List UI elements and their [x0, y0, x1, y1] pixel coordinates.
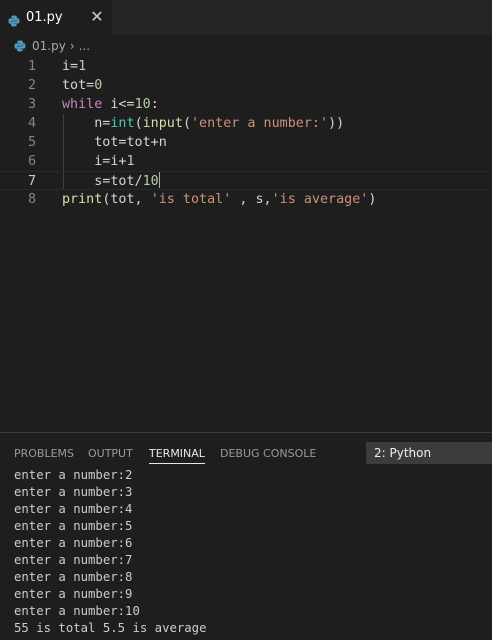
code-token: tot=tot+n: [62, 135, 167, 150]
tab-output[interactable]: OUTPUT: [88, 445, 133, 463]
text-cursor: [158, 172, 160, 188]
code-token: (: [182, 116, 191, 131]
terminal-select[interactable]: 2: Python: [366, 442, 492, 464]
code-token: ): [368, 192, 377, 207]
line-number: 2: [27, 78, 36, 93]
code-token: 10: [142, 174, 159, 189]
vscode-window: 01.py ✕ 01.py › ... 1 i=1 2 tot=0 3 while i<=…: [0, 0, 492, 640]
line-number: 1: [27, 59, 36, 74]
tab-problems[interactable]: PROBLEMS: [14, 445, 74, 463]
tab-terminal[interactable]: TERMINAL: [149, 445, 205, 464]
code-line[interactable]: 3 while i<=10:: [0, 95, 492, 114]
code-text: tot=tot+n: [62, 133, 167, 152]
code-text: i=i+1: [62, 152, 135, 171]
terminal-line: enter a number:3: [14, 485, 133, 499]
terminal-line: enter a number:6: [14, 536, 133, 550]
code-line[interactable]: 4 n=int(input('enter a number:')): [0, 114, 492, 133]
python-file-icon: [8, 12, 20, 26]
code-token: (tot,: [102, 192, 151, 207]
terminal-line: enter a number:5: [14, 519, 133, 533]
code-line[interactable]: 8 print(tot, 'is total' , s,'is average'): [0, 190, 492, 209]
terminal-line: enter a number:9: [14, 587, 133, 601]
code-text: i=1: [62, 57, 86, 76]
code-token: int: [110, 116, 135, 131]
code-token: 1: [126, 154, 135, 169]
tab-01-py[interactable]: 01.py ✕: [0, 0, 112, 35]
code-text: tot=0: [62, 76, 102, 95]
code-token: i=: [62, 59, 79, 74]
code-text: while i<=10:: [62, 95, 159, 114]
code-token: 10: [134, 97, 151, 112]
code-token: tot=: [62, 78, 95, 93]
code-token: (: [134, 116, 143, 131]
terminal-line: enter a number:4: [14, 502, 133, 516]
code-token: i<=: [102, 97, 135, 112]
code-line[interactable]: 7 s=tot/10: [0, 171, 492, 190]
code-token: i=i+: [62, 154, 127, 169]
code-token: n=: [62, 116, 111, 131]
code-line[interactable]: 2 tot=0: [0, 76, 492, 95]
breadcrumb-file[interactable]: 01.py: [32, 39, 66, 53]
python-file-icon: [14, 40, 26, 52]
line-number: 3: [27, 97, 36, 112]
breadcrumb: 01.py › ...: [0, 35, 492, 57]
terminal-output[interactable]: enter a number:2 enter a number:3 enter a …: [14, 467, 484, 637]
bottom-panel: PROBLEMS OUTPUT TERMINAL DEBUG CONSOLE 2…: [0, 432, 492, 640]
terminal-line: 55 is total 5.5 is average: [14, 621, 207, 635]
line-number: 6: [27, 154, 36, 169]
code-token: 'enter a number:': [191, 116, 329, 131]
line-number: 7: [27, 174, 36, 189]
code-token: , s,: [231, 192, 272, 207]
code-token: 0: [94, 78, 103, 93]
line-number: 8: [27, 192, 36, 207]
editor-tab-bar: 01.py ✕: [0, 0, 492, 35]
code-line[interactable]: 5 tot=tot+n: [0, 133, 492, 152]
code-token: print: [62, 192, 103, 207]
code-token: s=tot/: [62, 174, 143, 189]
code-token: 1: [78, 59, 87, 74]
code-token: input: [142, 116, 183, 131]
line-number: 4: [27, 116, 36, 131]
code-token: 'is average': [271, 192, 369, 207]
tab-debug-console[interactable]: DEBUG CONSOLE: [220, 445, 316, 463]
breadcrumb-symbols[interactable]: ...: [79, 39, 90, 53]
code-line[interactable]: 6 i=i+1: [0, 152, 492, 171]
code-text: n=int(input('enter a number:')): [62, 114, 344, 133]
tab-title: 01.py: [26, 10, 63, 25]
code-text: s=tot/10: [62, 172, 160, 191]
code-token: 'is total': [150, 192, 232, 207]
code-line[interactable]: 1 i=1: [0, 57, 492, 76]
code-token: while: [62, 97, 103, 112]
terminal-line: enter a number:7: [14, 553, 133, 567]
code-token: )): [328, 116, 345, 131]
close-tab-icon[interactable]: ✕: [89, 8, 105, 26]
terminal-line: enter a number:10: [14, 604, 140, 618]
code-token: :: [150, 97, 159, 112]
chevron-right-icon: ›: [69, 39, 75, 53]
terminal-line: enter a number:2: [14, 468, 133, 482]
code-editor[interactable]: 1 i=1 2 tot=0 3 while i<=10: 4 n=int(input('en…: [0, 57, 492, 432]
line-number: 5: [27, 135, 36, 150]
terminal-line: enter a number:8: [14, 570, 133, 584]
code-text: print(tot, 'is total' , s,'is average'): [62, 190, 376, 209]
